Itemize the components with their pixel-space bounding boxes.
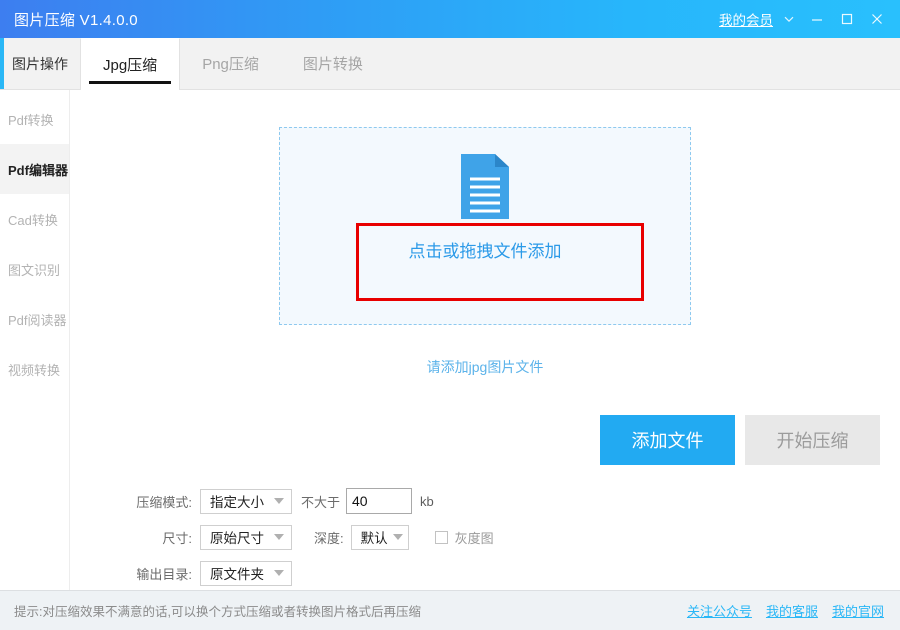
footer-link-wechat[interactable]: 关注公众号 — [687, 601, 752, 620]
dimension-depth-row: 尺寸: 原始尺寸 深度: 默认 灰度图 — [70, 523, 900, 551]
sidebar-item-label: Pdf转换 — [8, 110, 54, 129]
annotation-rectangle-dropzone — [356, 223, 644, 301]
add-jpg-hint: 请添加jpg图片文件 — [427, 359, 544, 375]
maximize-icon[interactable] — [832, 0, 862, 38]
app-title: 图片压缩 V1.4.0.0 — [14, 9, 138, 30]
max-size-input[interactable] — [346, 488, 412, 514]
dimension-value: 原始尺寸 — [210, 527, 264, 547]
chevron-down-icon — [393, 534, 403, 540]
compress-mode-label: 压缩模式: — [70, 492, 200, 511]
chevron-down-icon — [274, 534, 284, 540]
document-file-icon — [459, 153, 511, 221]
output-directory-row: 输出目录: 原文件夹 — [70, 559, 900, 587]
minimize-icon[interactable] — [802, 0, 832, 38]
not-greater-than-label: 不大于 — [301, 492, 340, 511]
file-drop-zone[interactable]: 点击或拖拽文件添加 — [279, 127, 691, 325]
dimension-label: 尺寸: — [70, 528, 200, 547]
drop-zone-wrapper: 点击或拖拽文件添加 — [70, 90, 900, 325]
output-directory-select[interactable]: 原文件夹 — [200, 561, 292, 586]
sidebar-item-ocr[interactable]: 图文识别 — [0, 244, 69, 294]
title-bar-controls: 我的会员 — [716, 0, 900, 38]
tab-jpg-compress-label: Jpg压缩 — [103, 54, 157, 75]
grayscale-checkbox[interactable] — [435, 531, 448, 544]
content-area: 点击或拖拽文件添加 请添加jpg图片文件 添加文件 开始压缩 压缩模式: 指定大… — [70, 90, 900, 590]
tab-strip: 图片操作 Jpg压缩 Png压缩 图片转换 — [0, 38, 900, 90]
sidebar-item-pdf-reader[interactable]: Pdf阅读器 — [0, 294, 69, 344]
depth-value: 默认 — [361, 527, 388, 547]
sidebar-item-pdf-convert[interactable]: Pdf转换 — [0, 94, 69, 144]
output-directory-label: 输出目录: — [70, 564, 200, 583]
status-bar: 提示:对压缩效果不满意的话,可以换个方式压缩或者转换图片格式后再压缩 关注公众号… — [0, 590, 900, 630]
compress-mode-select[interactable]: 指定大小 — [200, 489, 292, 514]
footer-links: 关注公众号 我的客服 我的官网 — [687, 601, 884, 620]
close-icon[interactable] — [862, 0, 892, 38]
output-directory-value: 原文件夹 — [210, 563, 264, 583]
sidebar-item-video-convert[interactable]: 视频转换 — [0, 344, 69, 394]
tab-list: Jpg压缩 Png压缩 图片转换 — [80, 38, 385, 89]
sidebar: Pdf转换 Pdf编辑器 Cad转换 图文识别 Pdf阅读器 视频转换 — [0, 90, 70, 590]
tab-image-convert-label: 图片转换 — [303, 53, 363, 74]
compress-mode-row: 压缩模式: 指定大小 不大于 kb — [70, 487, 900, 515]
grayscale-checkbox-wrapper[interactable]: 灰度图 — [435, 528, 494, 547]
my-membership-link[interactable]: 我的会员 — [716, 9, 776, 29]
chevron-down-icon[interactable] — [776, 0, 802, 38]
sidebar-item-pdf-editor[interactable]: Pdf编辑器 — [0, 144, 69, 194]
chevron-down-icon — [274, 570, 284, 576]
footer-link-website[interactable]: 我的官网 — [832, 601, 884, 620]
hint-row: 请添加jpg图片文件 — [70, 325, 900, 377]
depth-label: 深度: — [314, 528, 344, 547]
drop-zone-text[interactable]: 点击或拖拽文件添加 — [409, 237, 562, 262]
add-file-button[interactable]: 添加文件 — [600, 415, 735, 465]
image-operations-label: 图片操作 — [4, 38, 80, 89]
sidebar-item-label: 视频转换 — [8, 360, 60, 379]
action-button-row: 添加文件 开始压缩 — [70, 405, 900, 465]
settings-panel: 压缩模式: 指定大小 不大于 kb 尺寸: 原始尺寸 深度: — [70, 465, 900, 595]
footer-tip-text: 提示:对压缩效果不满意的话,可以换个方式压缩或者转换图片格式后再压缩 — [14, 601, 421, 620]
tab-png-compress[interactable]: Png压缩 — [180, 38, 281, 89]
application-window: 图片压缩 V1.4.0.0 我的会员 图片操作 Jpg压缩 P — [0, 0, 900, 630]
dimension-select[interactable]: 原始尺寸 — [200, 525, 292, 550]
sidebar-item-cad-convert[interactable]: Cad转换 — [0, 194, 69, 244]
depth-select[interactable]: 默认 — [351, 525, 409, 550]
chevron-down-icon — [274, 498, 284, 504]
compress-mode-value: 指定大小 — [210, 491, 264, 511]
sidebar-item-label: Cad转换 — [8, 210, 58, 229]
title-bar: 图片压缩 V1.4.0.0 我的会员 — [0, 0, 900, 38]
footer-link-support[interactable]: 我的客服 — [766, 601, 818, 620]
tab-jpg-compress[interactable]: Jpg压缩 — [80, 38, 180, 90]
grayscale-label: 灰度图 — [455, 528, 494, 547]
main-body: Pdf转换 Pdf编辑器 Cad转换 图文识别 Pdf阅读器 视频转换 — [0, 90, 900, 590]
sidebar-item-label: Pdf编辑器 — [8, 160, 68, 179]
size-unit-label: kb — [420, 494, 434, 509]
sidebar-item-label: 图文识别 — [8, 260, 60, 279]
start-compress-button[interactable]: 开始压缩 — [745, 415, 880, 465]
sidebar-item-label: Pdf阅读器 — [8, 310, 67, 329]
tab-png-compress-label: Png压缩 — [202, 53, 259, 74]
tab-image-convert[interactable]: 图片转换 — [281, 38, 385, 89]
